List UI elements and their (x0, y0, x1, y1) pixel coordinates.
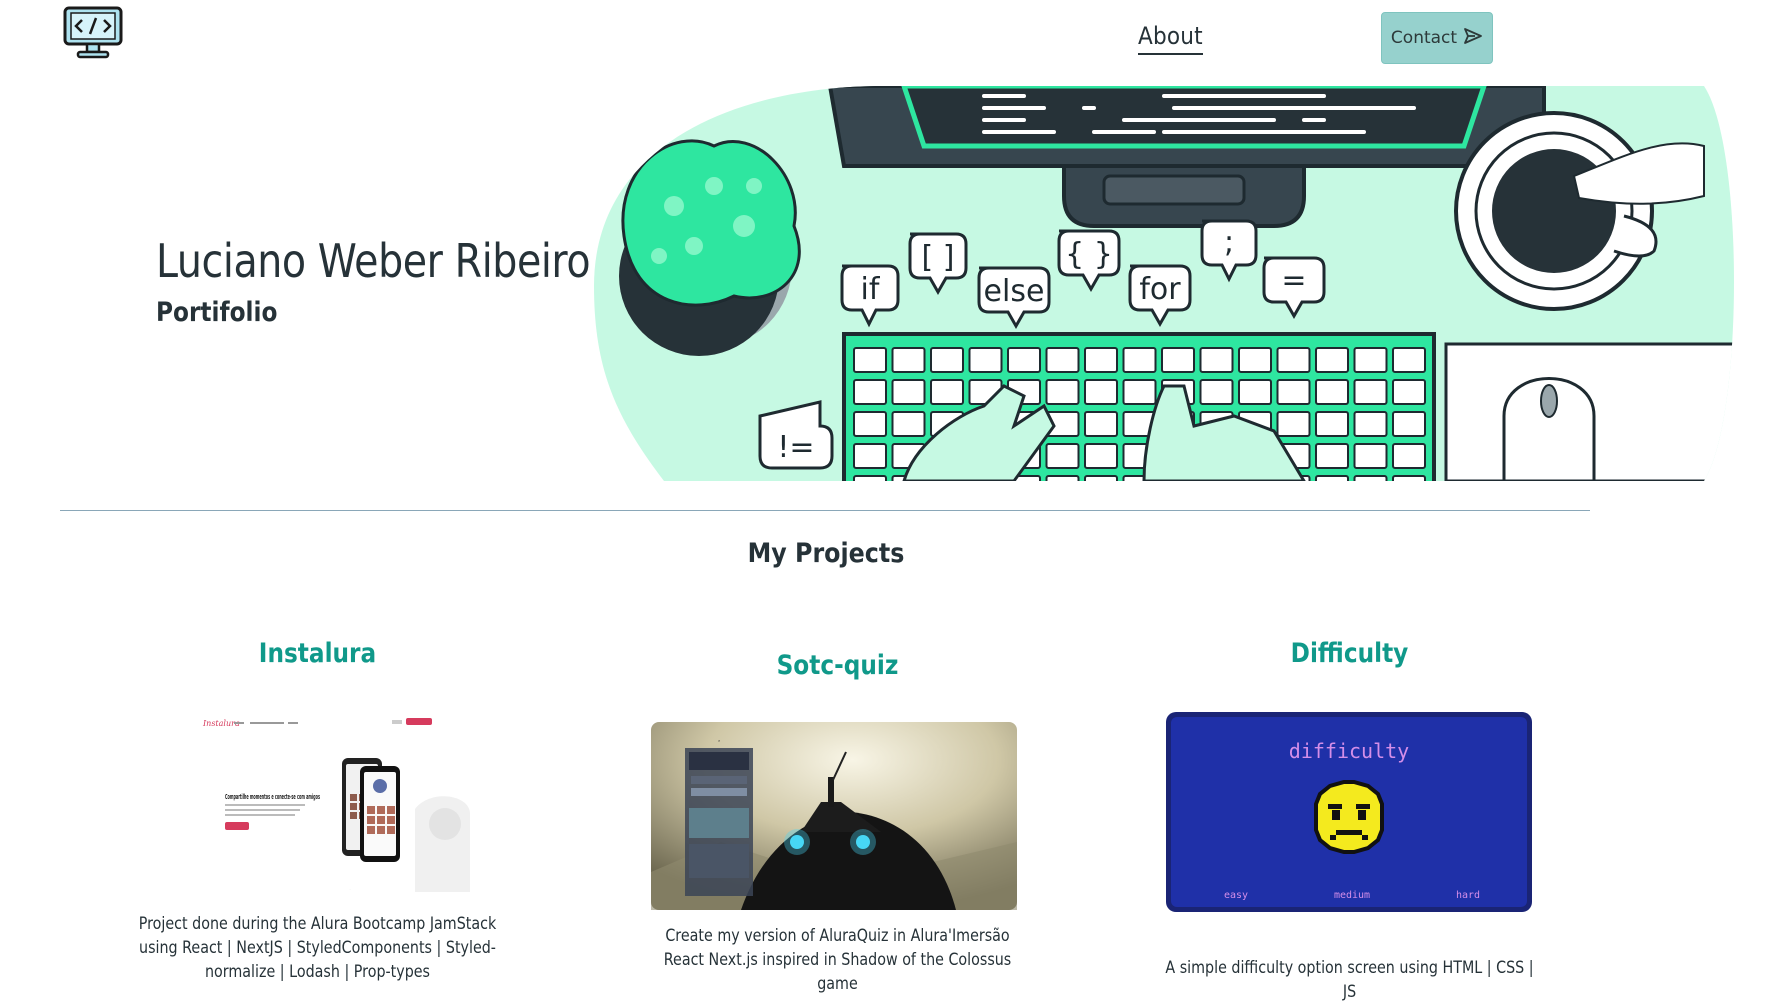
bubble-brackets: [ ] (922, 240, 955, 275)
project-card-difficulty: Difficulty (1122, 638, 1577, 669)
difficulty-thumbnail[interactable]: difficulty easy medium hard (1166, 712, 1532, 912)
project-desc-sotc-quiz: Create my version of AluraQuiz in Alura'… (610, 924, 1065, 996)
bubble-semicolon: ; (1224, 225, 1234, 260)
thumb-heading: difficulty (1289, 739, 1409, 763)
project-card-sotc-quiz: Sotc-quiz (610, 650, 1065, 681)
contact-button[interactable]: Contact (1381, 12, 1493, 64)
projects-section-title: My Projects (747, 538, 905, 569)
project-title[interactable]: Instalura (122, 638, 513, 669)
project-desc-difficulty: A simple difficulty option screen using … (1122, 956, 1577, 1004)
option-medium: medium (1334, 890, 1370, 901)
sotc-quiz-thumbnail[interactable]: · (651, 722, 1017, 910)
hero-subtitle: Portifolio (156, 297, 278, 328)
option-hard: hard (1456, 890, 1480, 901)
instalura-thumbnail[interactable]: Instalura Compartilhe momentos e conecte… (200, 714, 500, 896)
bubble-if: if (861, 272, 881, 307)
code-monitor-icon[interactable] (62, 4, 124, 64)
bubble-braces: { } (1065, 237, 1113, 272)
section-divider (60, 510, 1590, 511)
bubble-else: else (984, 274, 1045, 309)
project-card-instalura: Instalura (90, 638, 545, 669)
project-description: Create my version of AluraQuiz in Alura'… (663, 926, 1012, 994)
project-desc-instalura: Project done during the Alura Bootcamp J… (90, 912, 545, 984)
send-icon (1463, 27, 1483, 50)
project-description: Project done during the Alura Bootcamp J… (138, 914, 497, 982)
project-description: A simple difficulty option screen using … (1165, 958, 1534, 1002)
svg-text:·: · (718, 737, 721, 747)
project-title[interactable]: Difficulty (1154, 638, 1545, 669)
option-easy: easy (1224, 890, 1248, 901)
hero-name: Luciano Weber Ribeiro (156, 234, 591, 288)
bubble-equals: = (1281, 263, 1306, 298)
coding-desk-illustration: if [ ] else { } for ; = != (584, 86, 1740, 481)
project-title[interactable]: Sotc-quiz (642, 650, 1033, 681)
angry-face-icon (1314, 780, 1384, 854)
svg-text:·: · (350, 887, 351, 891)
thumb-headline: Compartilhe momentos e conecte-se com am… (225, 793, 320, 801)
bubble-for: for (1139, 272, 1181, 307)
contact-label: Contact (1390, 28, 1458, 48)
bubble-not-equals: != (777, 430, 814, 465)
nav-about-link[interactable]: About (1138, 22, 1203, 55)
